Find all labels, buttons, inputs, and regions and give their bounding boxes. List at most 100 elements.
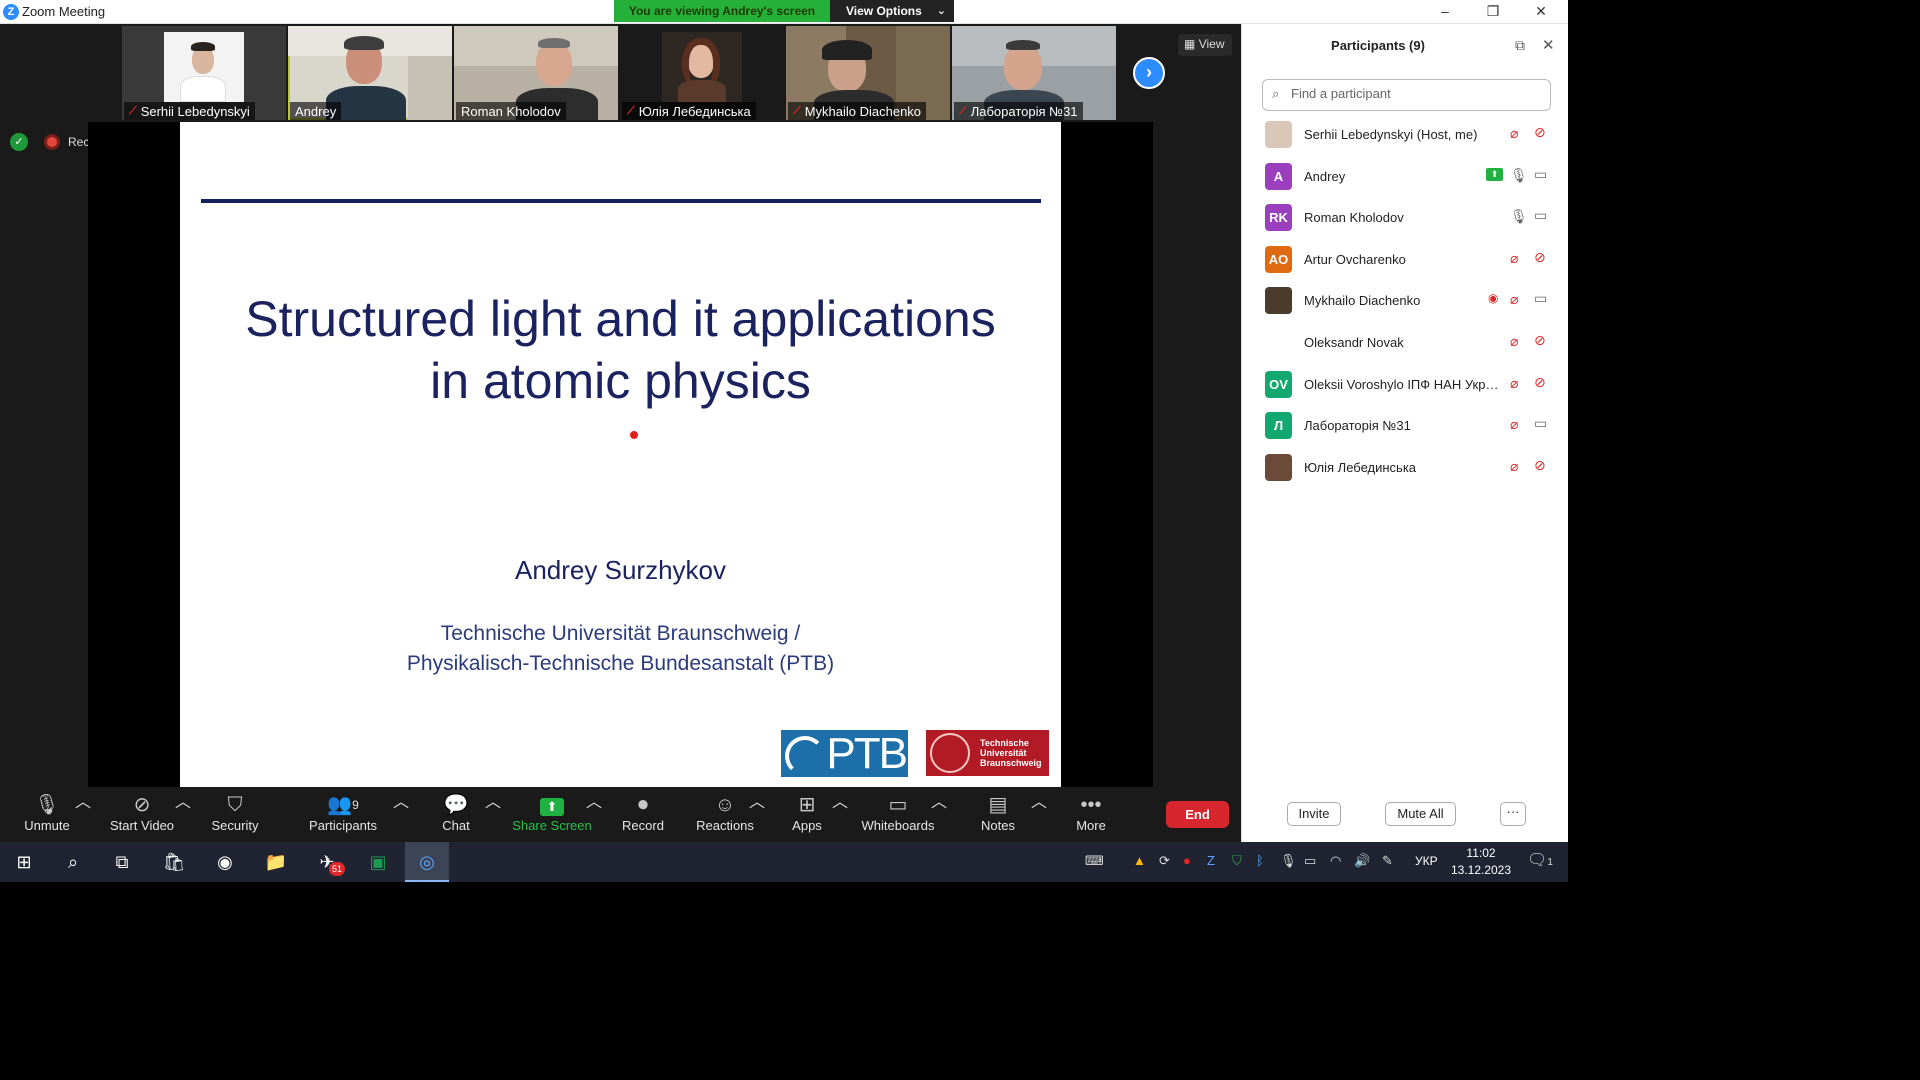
start-video-button[interactable]: ⊘ Start Video	[106, 788, 178, 842]
search-icon: ⌕	[1272, 86, 1280, 101]
pop-out-icon[interactable]: ⧉	[1515, 37, 1525, 54]
share-options-caret[interactable]: ︿	[586, 788, 602, 842]
notes-options-caret[interactable]: ︿	[1031, 788, 1047, 842]
invite-button[interactable]: Invite	[1287, 802, 1341, 826]
view-button[interactable]: ▦ View	[1178, 34, 1232, 56]
zoom-taskbar-icon[interactable]: ◎	[405, 842, 449, 882]
audio-options-caret[interactable]: ︿	[75, 788, 91, 842]
video-off-icon: ⊘	[133, 794, 151, 816]
grid-icon: ▦	[1184, 37, 1196, 51]
participant-row[interactable]: A Andrey ⬆ 🎙 ▭	[1242, 156, 1568, 198]
apps-options-caret[interactable]: ︿	[832, 788, 848, 842]
chat-icon: 💬	[443, 794, 469, 816]
battery-icon[interactable]: ▭	[1304, 853, 1316, 869]
mic-icon: 🎙	[1510, 166, 1528, 183]
mute-all-button[interactable]: Mute All	[1385, 802, 1456, 826]
video-feed	[164, 32, 244, 102]
video-options-caret[interactable]: ︿	[175, 788, 191, 842]
university-seal-icon	[930, 733, 970, 773]
share-screen-button[interactable]: ⬆ Share Screen	[512, 788, 592, 842]
record-button[interactable]: ⏺ Record	[619, 788, 667, 842]
participant-avatar: RK	[1265, 204, 1292, 232]
excel-icon[interactable]: ▣	[356, 842, 400, 882]
participants-icon: 👥9	[327, 794, 359, 816]
windows-start-icon[interactable]: ⊞	[2, 842, 46, 882]
mic-muted-icon: ⌀	[1510, 457, 1519, 474]
video-feed	[662, 32, 742, 102]
encryption-shield-icon[interactable]: ✓	[10, 133, 28, 151]
video-tile[interactable]: Andrey	[288, 26, 452, 120]
bluetooth-icon[interactable]: ᛒ	[1256, 853, 1264, 868]
next-page-chevron-icon[interactable]: ›	[1133, 57, 1165, 89]
mic-icon: 🎙	[1510, 208, 1528, 225]
apps-button[interactable]: ⊞ Apps	[787, 788, 827, 842]
notes-button[interactable]: ▤ Notes	[978, 788, 1018, 842]
close-button[interactable]: ✕	[1518, 0, 1564, 24]
participant-row[interactable]: OV Oleksii Voroshylo ІПФ НАН Украї... ⌀ ⊘	[1242, 364, 1568, 406]
chevron-down-icon: ⌄	[936, 5, 946, 17]
language-indicator[interactable]: УКР	[1415, 854, 1438, 868]
tray-badge-icon[interactable]: ●	[1183, 853, 1191, 868]
participants-options-caret[interactable]: ︿	[393, 788, 409, 842]
google-drive-icon[interactable]: ▲	[1133, 853, 1146, 868]
task-view-icon[interactable]: ⧉	[100, 842, 144, 882]
whiteboards-button[interactable]: ▭ Whiteboards	[860, 788, 936, 842]
microphone-icon[interactable]: 🎙	[1280, 853, 1297, 869]
pen-icon[interactable]: ✎	[1382, 853, 1393, 869]
volume-icon[interactable]: 🔊	[1354, 853, 1370, 869]
video-tile[interactable]: Roman Kholodov	[454, 26, 618, 120]
share-screen-icon: ⬆	[540, 798, 564, 816]
participant-row[interactable]: Юлія Лебединська ⌀ ⊘	[1242, 447, 1568, 489]
notifications-icon[interactable]: 🗨1	[1527, 850, 1553, 870]
camera-icon: ▭	[1534, 207, 1548, 224]
minimize-button[interactable]: –	[1422, 0, 1468, 24]
zoom-logo-icon: Z	[3, 4, 19, 20]
network-sync-icon[interactable]: ⟳	[1159, 853, 1170, 869]
participant-name: Artur Ovcharenko	[1304, 251, 1406, 267]
video-tile[interactable]: ⟋ Юлія Лебединська	[620, 26, 784, 120]
window-title: Zoom Meeting	[22, 4, 106, 19]
shield-icon: ⛉	[227, 794, 243, 816]
taskbar-clock[interactable]: 11:02 13.12.2023	[1446, 845, 1516, 879]
defender-icon[interactable]: ⛉	[1232, 853, 1242, 869]
telegram-icon[interactable]: ✈ 51	[305, 842, 349, 882]
whiteboards-options-caret[interactable]: ︿	[931, 788, 947, 842]
close-panel-icon[interactable]: ✕	[1542, 36, 1555, 54]
participants-button[interactable]: 👥9 Participants	[306, 788, 380, 842]
reactions-button[interactable]: ☺ Reactions	[695, 788, 755, 842]
participant-avatar: A	[1265, 162, 1292, 190]
participant-name: Andrey	[1304, 168, 1346, 184]
file-explorer-icon[interactable]: 📁	[254, 842, 298, 882]
participant-row[interactable]: Mykhailo Diachenko ◉ ⌀ ▭	[1242, 280, 1568, 322]
participant-row[interactable]: RK Roman Kholodov 🎙 ▭	[1242, 197, 1568, 239]
chat-button[interactable]: 💬 Chat	[436, 788, 476, 842]
keyboard-icon[interactable]: ⌨	[1085, 853, 1104, 869]
store-icon[interactable]: 🛍	[152, 842, 196, 882]
participant-avatar	[1265, 287, 1292, 315]
video-tile[interactable]: ⟋ Mykhailo Diachenko	[786, 26, 950, 120]
participant-row[interactable]: Serhii Lebedynskyi (Host, me) ⌀ ⊘	[1242, 114, 1568, 156]
participants-panel: Participants (9) ⧉ ✕ ⌕ Find a participan…	[1241, 24, 1568, 842]
participant-search-input[interactable]: ⌕ Find a participant	[1262, 79, 1551, 111]
participants-more-button[interactable]: ···	[1500, 802, 1526, 826]
search-icon[interactable]: ⌕	[51, 842, 95, 882]
participant-row[interactable]: Oleksandr Novak ⌀ ⊘	[1242, 322, 1568, 364]
zoom-tray-icon[interactable]: Z	[1207, 853, 1215, 868]
end-meeting-button[interactable]: End	[1166, 801, 1229, 828]
participant-row[interactable]: Л Лабораторія №31 ⌀ ▭	[1242, 405, 1568, 447]
participant-row[interactable]: AO Artur Ovcharenko ⌀ ⊘	[1242, 239, 1568, 281]
mic-muted-icon: ⌀	[1510, 374, 1519, 391]
chrome-icon[interactable]: ◉	[203, 842, 247, 882]
reactions-options-caret[interactable]: ︿	[749, 788, 765, 842]
video-tile[interactable]: ⟋ Serhii Lebedynskyi	[122, 26, 286, 120]
unmute-button[interactable]: 🎙 Unmute	[18, 788, 76, 842]
security-button[interactable]: ⛉ Security	[205, 788, 265, 842]
wifi-icon[interactable]: ◠	[1330, 853, 1341, 869]
chat-options-caret[interactable]: ︿	[485, 788, 501, 842]
camera-off-icon: ⊘	[1534, 456, 1546, 473]
view-options-dropdown[interactable]: View Options ⌄	[830, 0, 954, 22]
restore-button[interactable]: ❐	[1470, 0, 1516, 24]
more-button[interactable]: ••• More	[1071, 788, 1111, 842]
video-tile-name: ⟋ Mykhailo Diachenko	[788, 102, 927, 120]
video-tile[interactable]: ⟋ Лабораторія №31	[952, 26, 1116, 120]
